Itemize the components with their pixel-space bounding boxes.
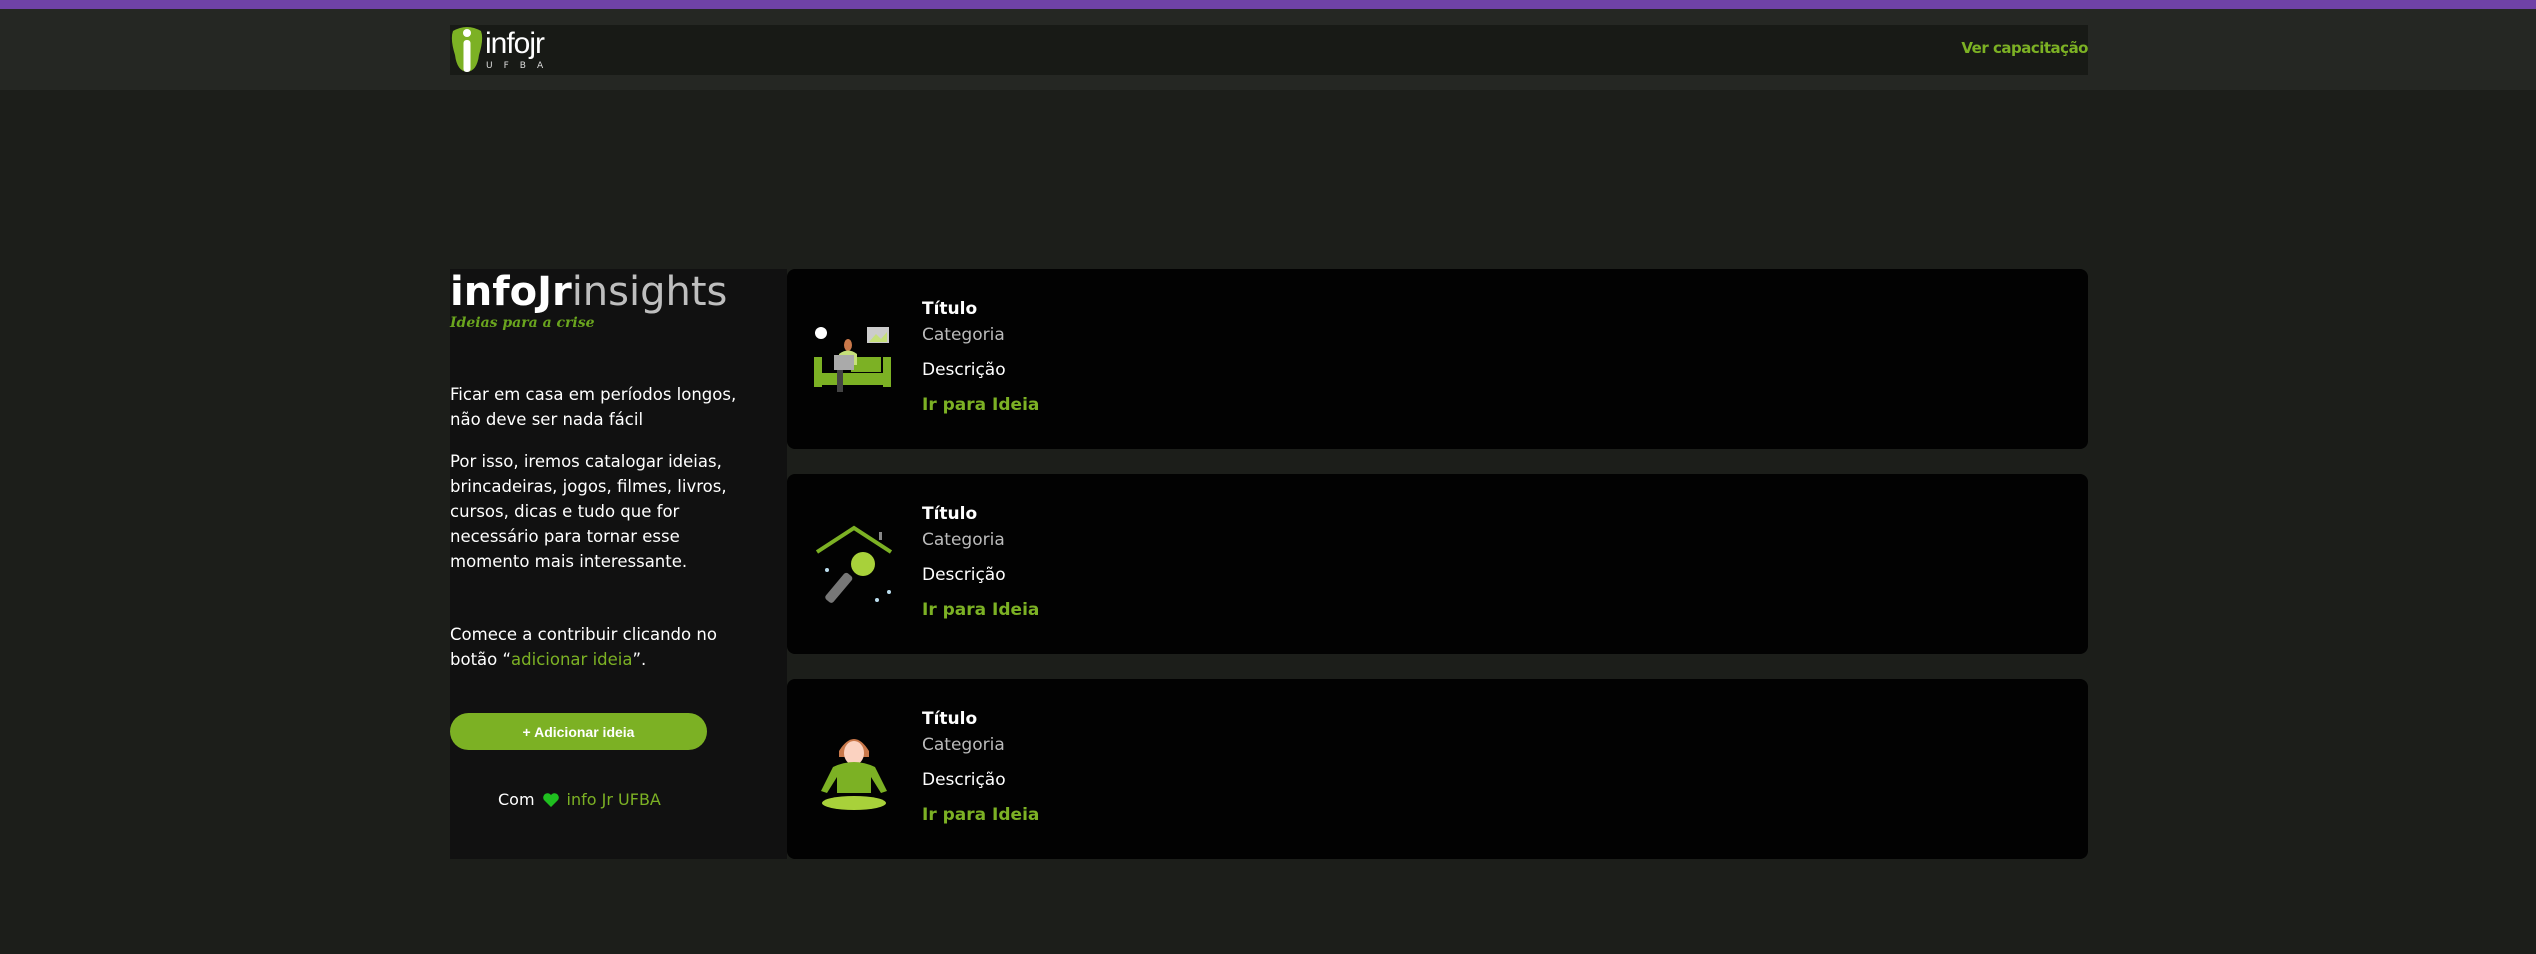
info-logo-icon xyxy=(451,27,483,72)
card-description: Descrição xyxy=(922,360,1006,380)
add-idea-button[interactable]: + Adicionar ideia xyxy=(450,713,707,750)
credit-prefix: Com xyxy=(498,790,535,809)
logo-subtext: UFBA xyxy=(486,61,555,71)
idea-card: Título Categoria Descrição Ir para Ideia xyxy=(787,269,2088,449)
cta-paragraph: Comece a contribuir clicando no botão “a… xyxy=(450,622,750,672)
card-category: Categoria xyxy=(922,325,1005,345)
card-description: Descrição xyxy=(922,565,1006,585)
navbar: infojr UFBA Ver capacitação xyxy=(450,25,2088,75)
card-title: Título xyxy=(922,504,978,524)
logo[interactable]: infojr UFBA xyxy=(450,25,545,75)
go-to-idea-link[interactable]: Ir para Ideia xyxy=(922,805,1039,825)
card-category: Categoria xyxy=(922,735,1005,755)
card-title: Título xyxy=(922,709,978,729)
card-title: Título xyxy=(922,299,978,319)
house-microphone-icon xyxy=(815,525,893,603)
sidebar: infoJrinsights Ideias para a crise Ficar… xyxy=(450,269,787,859)
ver-capacitacao-link[interactable]: Ver capacitação xyxy=(1961,39,2088,57)
go-to-idea-link[interactable]: Ir para Ideia xyxy=(922,600,1039,620)
credit-org[interactable]: info Jr UFBA xyxy=(567,790,661,809)
idea-card: Título Categoria Descrição Ir para Ideia xyxy=(787,679,2088,859)
intro-paragraph: Ficar em casa em períodos longos, não de… xyxy=(450,385,737,429)
card-description: Descrição xyxy=(922,770,1006,790)
brand-bold: infoJr xyxy=(450,269,572,315)
top-accent-bar xyxy=(0,0,2536,9)
logo-text: infojr xyxy=(485,27,545,60)
credit: Com info Jr UFBA xyxy=(498,790,661,809)
cta-link-text: adicionar ideia xyxy=(511,650,633,669)
person-on-sofa-laptop-icon xyxy=(814,327,891,392)
brand-title: infoJrinsights xyxy=(450,269,727,315)
idea-card: Título Categoria Descrição Ir para Ideia xyxy=(787,474,2088,654)
tagline: Ideias para a crise xyxy=(450,315,595,331)
meditation-person-icon xyxy=(821,739,887,810)
go-to-idea-link[interactable]: Ir para Ideia xyxy=(922,395,1039,415)
card-category: Categoria xyxy=(922,530,1005,550)
cta-end: ”. xyxy=(632,650,647,669)
brand-light: insights xyxy=(571,269,728,315)
description-paragraph: Por isso, iremos catalogar ideias, brinc… xyxy=(450,452,727,571)
heart-icon xyxy=(542,792,559,807)
